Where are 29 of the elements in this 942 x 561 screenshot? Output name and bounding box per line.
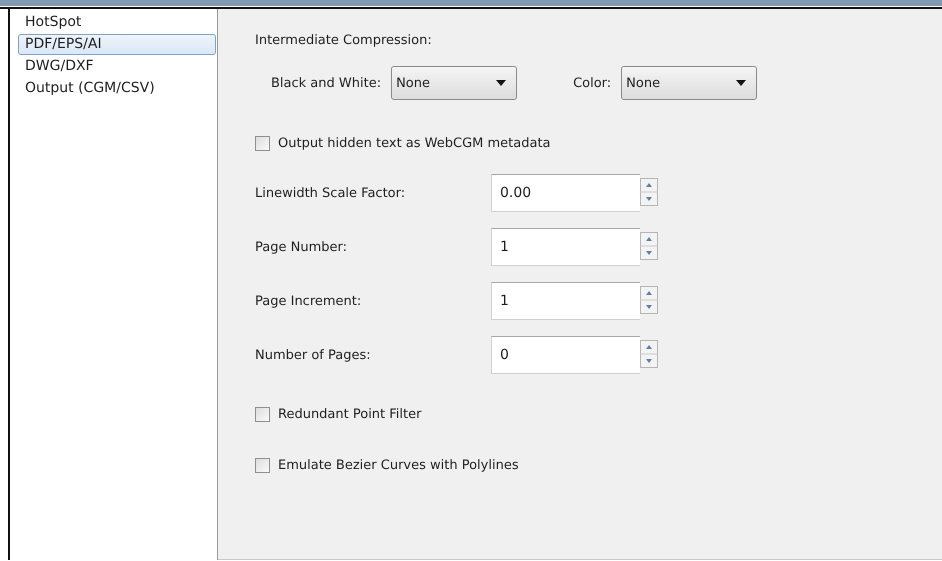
field-label: Page Number: [255, 240, 348, 254]
number-field[interactable]: 0 [491, 336, 640, 374]
sidebar-item[interactable]: HotSpot [18, 12, 216, 33]
spinner-icon[interactable] [640, 286, 658, 314]
checkbox[interactable] [255, 407, 270, 422]
caret-icon [496, 80, 506, 86]
number-field[interactable]: 0.00 [491, 174, 640, 212]
sidebar-item[interactable]: PDF/EPS/AI [18, 34, 216, 55]
spinner-icon[interactable] [640, 340, 658, 368]
field-label: Page Increment: [255, 294, 362, 308]
spinner-icon[interactable] [640, 232, 658, 260]
field-label: Number of Pages: [255, 348, 372, 362]
dropdown[interactable]: None [391, 66, 518, 100]
number-field[interactable]: 1 [491, 228, 640, 266]
checkbox-label: Redundant Point Filter [278, 407, 422, 422]
checkbox-label: Output hidden text as WebCGM metadata [278, 136, 551, 151]
caret-icon [736, 80, 746, 86]
checkbox-label: Emulate Bezier Curves with Polylines [278, 458, 519, 473]
dropdown-label: Black and White: [271, 76, 382, 90]
dropdown-label: Color: [573, 76, 612, 90]
sidebar-item[interactable]: DWG/DXF [18, 56, 216, 77]
checkbox[interactable] [255, 458, 270, 473]
dropdown[interactable]: None [621, 66, 758, 100]
sidebar-item[interactable]: Output (CGM/CSV) [18, 78, 216, 99]
number-field[interactable]: 1 [491, 282, 640, 320]
section-title: Intermediate Compression: [255, 33, 433, 48]
spinner-icon[interactable] [640, 178, 658, 206]
field-label: Linewidth Scale Factor: [255, 186, 406, 200]
checkbox[interactable] [255, 136, 270, 151]
